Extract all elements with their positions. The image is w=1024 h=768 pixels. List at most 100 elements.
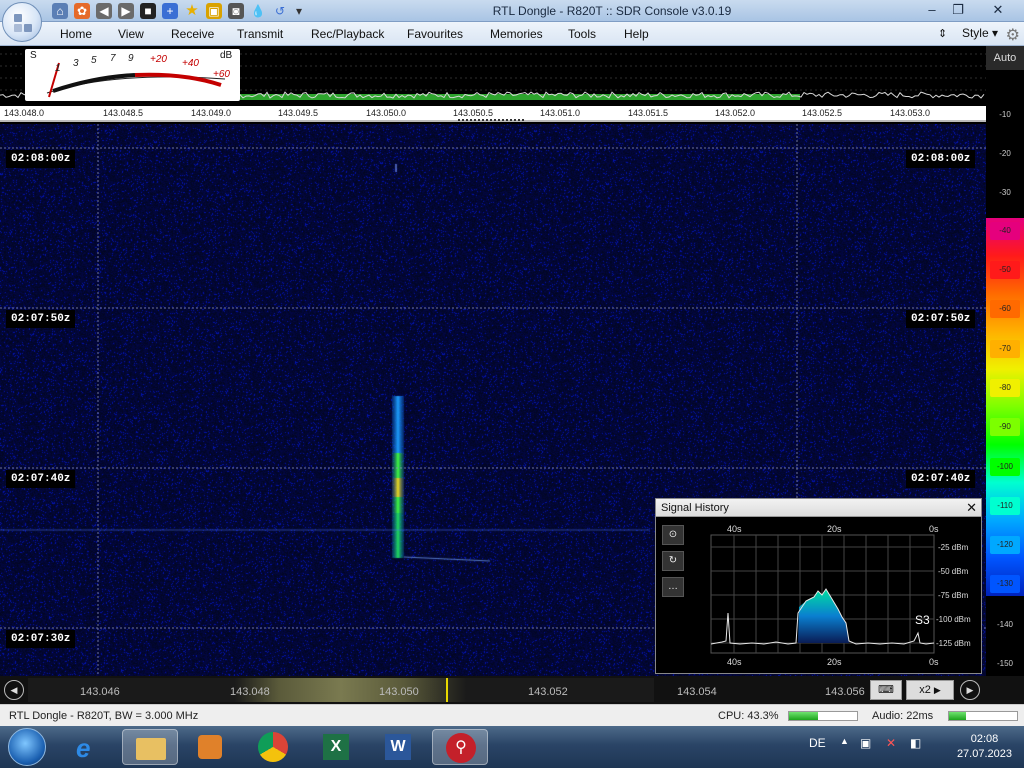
minimize-button[interactable]: – (918, 0, 946, 20)
style-dropdown[interactable]: Style ▾ (962, 26, 998, 40)
menu-help[interactable]: Help (624, 27, 649, 41)
s-tick: 9 (128, 53, 134, 64)
sdr-console-icon: ⚲ (446, 733, 476, 763)
s-reading: S3 (915, 613, 930, 627)
history-time-bottom: 40s (727, 657, 742, 667)
history-level: -50 dBm (938, 567, 969, 576)
menu-favourites[interactable]: Favourites (407, 27, 463, 41)
close-button[interactable]: ✕ (983, 0, 1013, 20)
history-time-top: 20s (827, 524, 842, 534)
history-level: -100 dBm (936, 615, 971, 624)
zoom-dropdown[interactable]: x2 ▶ (906, 680, 954, 700)
ruler-tick: 143.051.0 (540, 108, 581, 118)
db-label: -90 (990, 418, 1020, 436)
start-button[interactable] (8, 728, 46, 766)
menu-tools[interactable]: Tools (568, 27, 596, 41)
menu-receive[interactable]: Receive (171, 27, 214, 41)
clock-date: 27.07.2023 (956, 748, 1012, 760)
excel-icon: X (323, 734, 349, 760)
menu-view[interactable]: View (118, 27, 144, 41)
device-tray-icon[interactable]: ▣ (860, 736, 871, 750)
db-label: -140 (996, 620, 1013, 629)
ruler-tick: 143.052.5 (802, 108, 843, 118)
timestamp-label-right: 02:07:50z (906, 310, 976, 328)
db-label: -70 (990, 340, 1020, 358)
db-label: -150 (996, 659, 1013, 668)
taskbar-chrome[interactable] (246, 729, 302, 765)
db-label: -20 (999, 149, 1011, 158)
cpu-status: CPU: 43.3% (718, 710, 779, 722)
ruler-tick: 143.049.0 (191, 108, 232, 118)
ie-icon: e (76, 733, 91, 763)
db-label: -30 (999, 188, 1011, 197)
app-menu-button[interactable] (2, 2, 42, 42)
taskbar-clock[interactable]: 02:08 27.07.2023 (957, 732, 1012, 762)
ruler-tick: 143.053.0 (890, 108, 931, 118)
center-marker[interactable] (458, 119, 524, 122)
history-time-bottom: 20s (827, 657, 842, 667)
db-label: dB (220, 50, 233, 61)
timestamp-label-right: 02:07:40z (906, 470, 976, 488)
taskbar-internet-explorer[interactable]: e (62, 729, 118, 765)
clock-time: 02:08 (970, 733, 999, 745)
tune-tick: 143.048 (230, 686, 270, 698)
db-tick: +40 (182, 58, 199, 69)
tuning-bar[interactable]: ◀︎ 143.046 143.048 143.050 143.052 143.0… (0, 676, 1024, 704)
frequency-ruler[interactable]: 143.048.0 143.048.5 143.049.0 143.049.5 … (0, 106, 986, 122)
taskbar-excel[interactable]: X (308, 729, 364, 765)
ruler-tick: 143.048.0 (4, 108, 45, 118)
timestamp-label-right: 02:08:00z (906, 150, 976, 168)
db-label: -40 (990, 222, 1020, 240)
auto-button[interactable]: Auto (986, 46, 1024, 70)
db-label: -80 (990, 379, 1020, 397)
db-label: -10 (999, 110, 1011, 119)
status-bar: RTL Dongle - R820T, BW = 3.000 MHz CPU: … (0, 704, 1024, 726)
db-label: -130 (990, 575, 1020, 593)
history-time-bottom: 0s (929, 657, 939, 667)
taskbar-media-player[interactable] (182, 729, 238, 765)
show-hidden-icons[interactable]: ▲ (840, 736, 849, 746)
tune-tick: 143.056 (825, 686, 865, 698)
signal-history-title: Signal History (656, 499, 981, 517)
gear-icon[interactable]: ⚙ (1006, 25, 1020, 45)
tuning-marker[interactable] (446, 678, 448, 702)
taskbar-word[interactable]: W (370, 729, 426, 765)
keyboard-button[interactable]: ⌨ (870, 680, 902, 700)
device-status: RTL Dongle - R820T, BW = 3.000 MHz (9, 710, 199, 722)
sort-arrows-icon[interactable]: ⇕ (938, 27, 947, 40)
menu-bar: Home View Receive Transmit Rec/Playback … (0, 22, 1024, 46)
history-time-top: 0s (929, 524, 939, 534)
audio-status: Audio: 22ms (872, 710, 934, 722)
play-arrow-icon: ▶ (933, 685, 941, 695)
menu-memories[interactable]: Memories (490, 27, 543, 41)
maximize-button[interactable]: ❐ (944, 0, 972, 20)
s-tick: 7 (110, 53, 116, 64)
menu-home[interactable]: Home (60, 27, 92, 41)
db-label: -120 (990, 536, 1020, 554)
menu-transmit[interactable]: Transmit (237, 27, 283, 41)
language-indicator[interactable]: DE (809, 736, 826, 750)
windows-taskbar: e X W ⚲ DE ▲ ▣ ✕ ◧ 02:08 27.07.2023 (0, 726, 1024, 768)
zoom-label: x2 (919, 684, 931, 696)
timestamp-label-left: 02:07:50z (6, 310, 76, 328)
menu-rec-playback[interactable]: Rec/Playback (311, 27, 384, 41)
network-tray-icon[interactable]: ✕ (886, 736, 896, 750)
sdr-console-window: ⌂ ✿ ◀ ▶ ■ + ★ ▣ ◙ 💧 ↺ ▾ RTL Dongle - R82… (0, 0, 1024, 768)
db-tick: +20 (150, 54, 167, 65)
s-label: S (30, 50, 37, 61)
folder-icon (136, 738, 166, 760)
taskbar-explorer[interactable] (122, 729, 178, 765)
taskbar-sdr-console[interactable]: ⚲ (432, 729, 488, 765)
ruler-tick: 143.050.0 (366, 108, 407, 118)
style-label: Style (961, 26, 989, 40)
close-icon[interactable]: ✕ (966, 499, 977, 517)
cpu-meter-fill (789, 712, 819, 720)
media-player-icon (198, 735, 222, 759)
speaker-tray-icon[interactable]: ◧ (910, 736, 921, 750)
scroll-left-button[interactable]: ◀︎ (4, 680, 24, 700)
s-meter: S dB 1 3 5 7 9 +20 +40 +60 (25, 49, 240, 101)
ruler-tick: 143.051.5 (628, 108, 669, 118)
chrome-icon (258, 732, 288, 762)
timestamp-label-left: 02:08:00z (6, 150, 76, 168)
scroll-right-button[interactable]: ▶ (960, 680, 980, 700)
